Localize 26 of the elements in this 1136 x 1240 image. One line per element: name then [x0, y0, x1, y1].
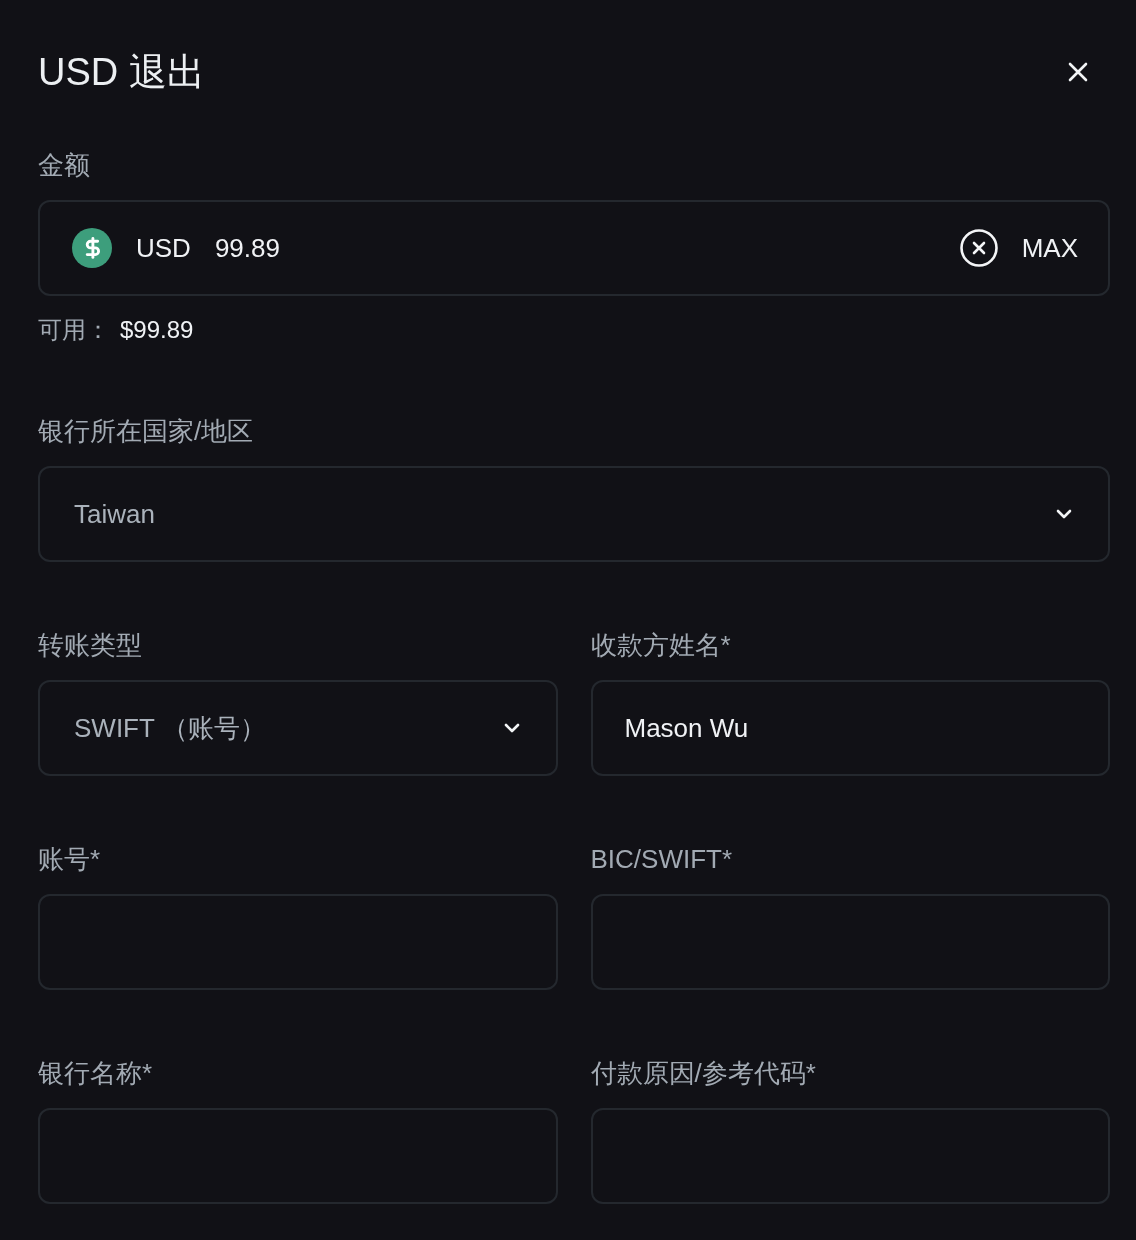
chevron-down-icon — [1056, 509, 1072, 519]
field-label: 收款方姓名* — [590, 629, 732, 662]
text-field[interactable] — [38, 1108, 558, 1204]
field-label: 付款原因/参考代码* — [590, 1057, 817, 1090]
dollar-icon — [72, 228, 112, 268]
close-icon[interactable] — [1068, 62, 1088, 82]
field-label: 银行名称* — [38, 1057, 154, 1090]
currency-code: USD — [136, 232, 191, 265]
chevron-down-icon — [503, 723, 520, 733]
text-field[interactable] — [590, 1108, 1110, 1204]
field-label: 银行所在国家/地区 — [38, 415, 255, 448]
field-label: 转账类型 — [38, 629, 143, 662]
clear-icon[interactable] — [959, 229, 998, 267]
text-field[interactable]: Mason Wu — [590, 680, 1110, 776]
available-balance: $99.89 — [120, 315, 194, 345]
available-label: 可用： — [38, 315, 110, 345]
dropdown-field[interactable]: Taiwan — [38, 466, 1110, 562]
amount-field[interactable]: USD 99.89 MAX — [38, 200, 1110, 296]
field-label: 金额 — [38, 149, 91, 182]
field-label: 账号* — [38, 843, 102, 876]
dialog-title: USD 退出 — [38, 50, 205, 95]
dropdown-field[interactable]: SWIFT （账号） — [38, 680, 558, 776]
text-field[interactable] — [38, 894, 558, 990]
text-field[interactable] — [590, 894, 1110, 990]
max-button[interactable]: MAX — [1021, 230, 1078, 266]
field-label: BIC/SWIFT* — [590, 843, 734, 876]
